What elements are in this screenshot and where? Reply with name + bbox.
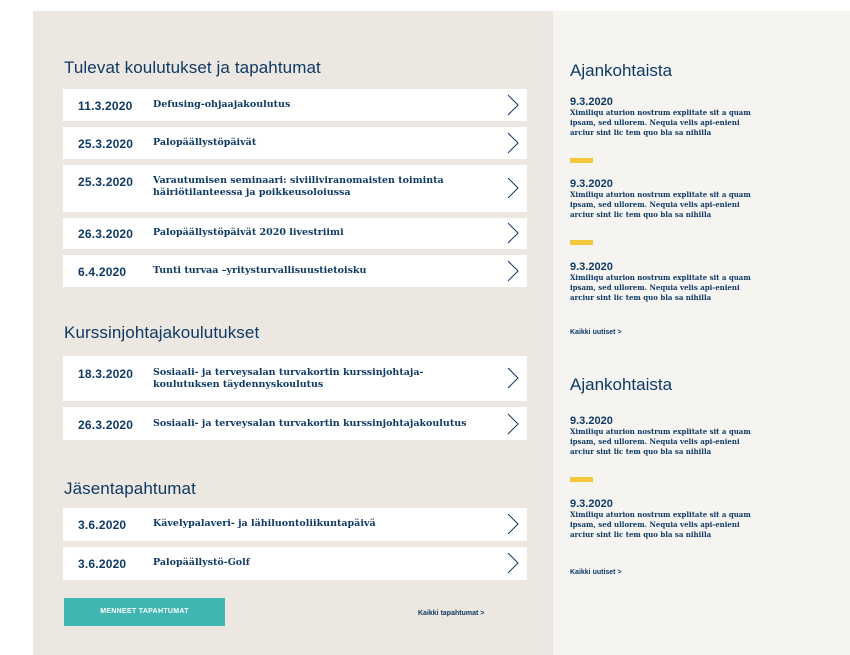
chevron-right-icon[interactable]	[507, 260, 519, 282]
event-row[interactable]: 6.4.2020 Tunti turvaa –yritysturvallisuu…	[63, 255, 527, 287]
members-list: 3.6.2020 Kävelypalaveri- ja lähiluontoli…	[63, 508, 527, 586]
all-events-link[interactable]: Kaikki tapahtumat >	[418, 610, 484, 617]
events-section-title: Tulevat koulutukset ja tapahtumat	[64, 58, 321, 77]
news-item[interactable]: 9.3.2020 Ximiliqu aturion nostrum explit…	[570, 415, 760, 457]
event-row[interactable]: 11.3.2020 Defusing-ohjaajakoulutus	[63, 89, 527, 121]
news-divider	[570, 477, 593, 482]
course-title: Sosiaali- ja terveysalan turvakortin kur…	[153, 418, 467, 429]
event-date: 6.4.2020	[78, 265, 127, 279]
event-date: 25.3.2020	[78, 137, 134, 151]
news-item[interactable]: 9.3.2020 Ximiliqu aturion nostrum explit…	[570, 96, 760, 138]
news-title: Ajankohtaista	[570, 375, 673, 394]
news-item[interactable]: 9.3.2020 Ximiliqu aturion nostrum explit…	[570, 261, 760, 303]
news-date: 9.3.2020	[570, 178, 613, 190]
chevron-right-icon[interactable]	[507, 513, 519, 535]
news-text: Ximiliqu aturion nostrum explitate sit a…	[570, 510, 751, 539]
event-row[interactable]: 25.3.2020 Varautumisen seminaari: siviil…	[63, 165, 527, 212]
member-event-row[interactable]: 3.6.2020 Palopäällystö-Golf	[63, 547, 527, 580]
news-item[interactable]: 9.3.2020 Ximiliqu aturion nostrum explit…	[570, 178, 760, 220]
event-row[interactable]: 26.3.2020 Palopäällystöpäivät 2020 lives…	[63, 218, 527, 249]
events-list: 11.3.2020 Defusing-ohjaajakoulutus 25.3.…	[63, 89, 527, 293]
course-row[interactable]: 26.3.2020 Sosiaali- ja terveysalan turva…	[63, 407, 527, 440]
news-title: Ajankohtaista	[570, 61, 673, 80]
news-date: 9.3.2020	[570, 96, 613, 108]
news-date: 9.3.2020	[570, 415, 613, 427]
event-title: Palopäällystöpäivät 2020 livestriimi	[153, 227, 344, 238]
event-title: Tunti turvaa –yritysturvallisuustietoisk…	[153, 265, 367, 276]
chevron-right-icon[interactable]	[507, 367, 519, 389]
event-title: Defusing-ohjaajakoulutus	[153, 99, 291, 110]
event-title: Varautumisen seminaari: siviiliviranomai…	[153, 175, 444, 198]
news-column: Ajankohtaista 9.3.2020 Ximiliqu aturion …	[553, 11, 850, 655]
past-events-button[interactable]: MENNEET TAPAHTUMAT	[64, 598, 225, 626]
course-row[interactable]: 18.3.2020 Sosiaali- ja terveysalan turva…	[63, 356, 527, 401]
event-date: 26.3.2020	[78, 227, 134, 241]
all-news-link[interactable]: Kaikki uutiset >	[570, 569, 622, 576]
member-event-row[interactable]: 3.6.2020 Kävelypalaveri- ja lähiluontoli…	[63, 508, 527, 541]
news-divider	[570, 240, 593, 245]
chevron-right-icon[interactable]	[507, 222, 519, 244]
event-date: 25.3.2020	[78, 175, 134, 189]
news-text: Ximiliqu aturion nostrum explitate sit a…	[570, 108, 751, 137]
member-event-title: Palopäällystö-Golf	[153, 557, 250, 568]
chevron-right-icon[interactable]	[507, 177, 519, 199]
courses-section-title: Kurssinjohtajakoulutukset	[64, 323, 260, 342]
member-event-date: 3.6.2020	[78, 518, 127, 532]
chevron-right-icon[interactable]	[507, 94, 519, 116]
course-title: Sosiaali- ja terveysalan turvakortin kur…	[153, 367, 424, 390]
news-item[interactable]: 9.3.2020 Ximiliqu aturion nostrum explit…	[570, 498, 760, 540]
courses-list: 18.3.2020 Sosiaali- ja terveysalan turva…	[63, 356, 527, 446]
event-title: Palopäällystöpäivät	[153, 137, 257, 148]
event-row[interactable]: 25.3.2020 Palopäällystöpäivät	[63, 127, 527, 159]
member-event-title: Kävelypalaveri- ja lähiluontoliikuntapäi…	[153, 518, 376, 529]
all-news-link[interactable]: Kaikki uutiset >	[570, 329, 622, 336]
news-text: Ximiliqu aturion nostrum explitate sit a…	[570, 427, 751, 456]
news-text: Ximiliqu aturion nostrum explitate sit a…	[570, 273, 751, 302]
news-divider	[570, 158, 593, 163]
chevron-right-icon[interactable]	[507, 132, 519, 154]
event-date: 11.3.2020	[78, 99, 133, 113]
course-date: 18.3.2020	[78, 367, 134, 381]
members-section-title: Jäsentapahtumat	[64, 479, 196, 498]
course-date: 26.3.2020	[78, 418, 134, 432]
news-date: 9.3.2020	[570, 498, 613, 510]
chevron-right-icon[interactable]	[507, 413, 519, 435]
news-date: 9.3.2020	[570, 261, 613, 273]
member-event-date: 3.6.2020	[78, 557, 127, 571]
news-text: Ximiliqu aturion nostrum explitate sit a…	[570, 190, 751, 219]
chevron-right-icon[interactable]	[507, 552, 519, 574]
